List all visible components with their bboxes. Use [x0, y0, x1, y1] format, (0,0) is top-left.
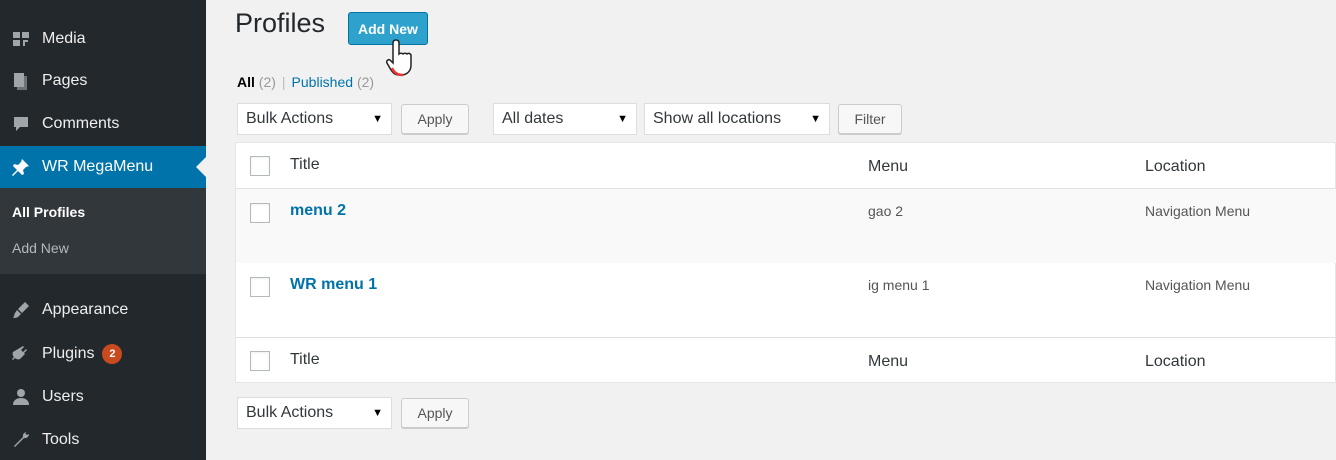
table-header-row: Title Menu Location [236, 143, 1336, 189]
sidebar-submenu: All Profiles Add New [0, 188, 206, 274]
sidebar-item-media[interactable]: Media [0, 18, 206, 60]
media-icon [0, 29, 42, 49]
tools-icon [0, 430, 42, 450]
sidebar-item-label: WR MegaMenu [42, 158, 154, 175]
apply-button-top[interactable]: Apply [401, 104, 469, 134]
table-row: WR menu 1 ig menu 1 Navigation Menu [236, 263, 1336, 338]
select-all-checkbox[interactable] [250, 156, 270, 176]
bulk-actions-select-bottom[interactable]: Bulk Actions ▼ [237, 397, 392, 429]
hand-pointer-icon [386, 39, 412, 77]
sidebar-item-label: Appearance [42, 301, 129, 318]
row-location: Navigation Menu [1145, 203, 1251, 219]
dates-filter-value: All dates [502, 110, 564, 127]
sidebar-item-plugins[interactable]: Plugins 2 [0, 333, 206, 375]
column-header-location: Location [1145, 158, 1206, 175]
filter-all-count: (2) [258, 74, 276, 90]
column-footer-menu: Menu [868, 353, 909, 370]
plugins-update-badge: 2 [102, 344, 123, 364]
sidebar-item-label: Tools [42, 431, 80, 448]
filter-published-count: (2) [356, 74, 375, 90]
page-title: Profiles [235, 8, 326, 38]
sidebar-item-pages[interactable]: Pages [0, 60, 206, 102]
bulk-actions-value: Bulk Actions [246, 110, 334, 127]
row-checkbox[interactable] [250, 203, 270, 223]
plugins-icon [0, 344, 42, 364]
row-title-link[interactable]: WR menu 1 [290, 276, 377, 294]
dropdown-arrow-icon: ▼ [372, 407, 383, 419]
sidebar-item-users[interactable]: Users [0, 376, 206, 418]
row-title-link[interactable]: menu 2 [290, 202, 346, 220]
admin-sidebar: Media Pages Comments WR MegaMenu All Pro… [0, 0, 206, 460]
sidebar-item-label: Users [42, 388, 84, 405]
dates-filter-select[interactable]: All dates ▼ [493, 103, 637, 135]
locations-filter-select[interactable]: Show all locations ▼ [644, 103, 830, 135]
row-checkbox[interactable] [250, 277, 270, 297]
filter-button[interactable]: Filter [838, 104, 902, 134]
column-footer-location: Location [1145, 353, 1206, 370]
sidebar-item-appearance[interactable]: Appearance [0, 289, 206, 331]
dropdown-arrow-icon: ▼ [810, 113, 821, 125]
dropdown-arrow-icon: ▼ [617, 113, 628, 125]
select-all-checkbox-footer[interactable] [250, 351, 270, 371]
table-row: menu 2 gao 2 Navigation Menu [236, 189, 1336, 263]
row-menu: ig menu 1 [868, 277, 930, 293]
submenu-item-all-profiles[interactable]: All Profiles [12, 204, 85, 220]
comments-icon [0, 114, 42, 134]
column-header-menu: Menu [868, 158, 909, 175]
column-header-title[interactable]: Title [290, 156, 320, 174]
submenu-item-add-new[interactable]: Add New [12, 240, 69, 256]
bulk-actions-select-top[interactable]: Bulk Actions ▼ [237, 103, 392, 135]
locations-filter-value: Show all locations [653, 110, 782, 127]
sidebar-item-tools[interactable]: Tools [0, 419, 206, 460]
pin-icon [0, 157, 42, 177]
sidebar-item-label: Pages [42, 72, 88, 89]
users-icon [0, 387, 42, 407]
pages-icon [0, 71, 42, 91]
filter-separator: | [281, 74, 286, 90]
sidebar-item-label: Comments [42, 115, 120, 132]
bulk-actions-value: Bulk Actions [246, 404, 334, 421]
sidebar-item-comments[interactable]: Comments [0, 103, 206, 145]
row-menu: gao 2 [868, 203, 904, 219]
table-footer-row: Title Menu Location [236, 337, 1336, 383]
apply-button-bottom[interactable]: Apply [401, 398, 469, 428]
row-location: Navigation Menu [1145, 277, 1251, 293]
dropdown-arrow-icon: ▼ [372, 113, 383, 125]
column-footer-title[interactable]: Title [290, 351, 320, 369]
sidebar-item-wr-megamenu[interactable]: WR MegaMenu [0, 146, 206, 188]
sidebar-item-label: Media [42, 30, 86, 47]
status-filter-links: All (2) | Published (2) [237, 74, 374, 90]
appearance-icon [0, 300, 42, 320]
sidebar-item-label: Plugins [42, 345, 95, 362]
profiles-table: Title Menu Location menu 2 gao 2 Navigat… [235, 142, 1336, 383]
filter-all-link[interactable]: All [237, 74, 255, 90]
filter-published-link[interactable]: Published [292, 74, 354, 90]
